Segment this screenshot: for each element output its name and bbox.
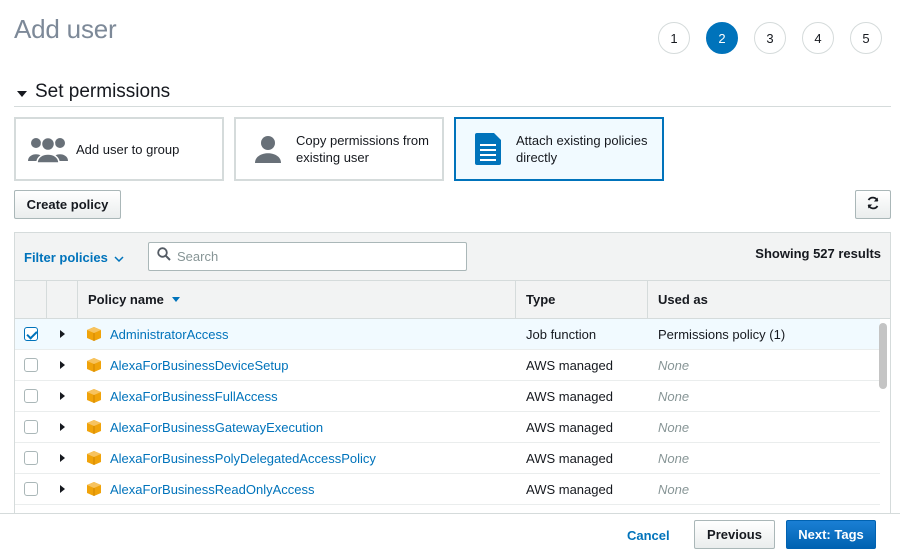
column-label: Used as	[658, 292, 708, 307]
table-scrollbar[interactable]	[879, 319, 887, 505]
table-row[interactable]: AlexaForBusinessFullAccess AWS managed N…	[15, 381, 880, 412]
row-checkbox[interactable]	[24, 358, 38, 372]
policy-type: AWS managed	[526, 450, 613, 466]
policies-table: Filter policies Showing 527 results Poli…	[14, 232, 891, 522]
policy-used-as: None	[658, 450, 690, 466]
table-header: Policy name Type Used as	[15, 281, 890, 319]
step-4[interactable]: 4	[802, 22, 834, 54]
policy-type: Job function	[526, 326, 597, 342]
policy-used-as: None	[658, 419, 690, 435]
policy-name-link[interactable]: AlexaForBusinessPolyDelegatedAccessPolic…	[110, 451, 376, 466]
user-group-icon	[26, 129, 70, 169]
policy-cube-icon	[87, 451, 101, 465]
policy-name-link[interactable]: AlexaForBusinessGatewayExecution	[110, 420, 323, 435]
wizard-steps: 1 2 3 4 5	[658, 22, 882, 54]
column-header-used-as[interactable]: Used as	[648, 281, 880, 318]
option-copy-permissions[interactable]: Copy permissions from existing user	[234, 117, 444, 181]
expand-row-icon[interactable]	[60, 361, 65, 369]
table-row[interactable]: AdministratorAccess Job function Permiss…	[15, 319, 880, 350]
policy-type: AWS managed	[526, 419, 613, 435]
expand-row-icon[interactable]	[60, 454, 65, 462]
column-header-policy-name[interactable]: Policy name	[78, 281, 516, 318]
sort-descending-icon	[171, 297, 180, 302]
search-icon	[157, 247, 171, 266]
policy-used-as: Permissions policy (1)	[658, 326, 786, 342]
column-header-type[interactable]: Type	[516, 281, 648, 318]
option-attach-policies[interactable]: Attach existing policies directly	[454, 117, 664, 181]
policy-used-as: None	[658, 388, 690, 404]
row-checkbox[interactable]	[24, 389, 38, 403]
scrollbar-thumb[interactable]	[879, 323, 887, 389]
search-box[interactable]	[148, 242, 467, 271]
row-checkbox[interactable]	[24, 482, 38, 496]
policy-cube-icon	[87, 358, 101, 372]
search-input[interactable]	[177, 249, 457, 264]
next-button[interactable]: Next: Tags	[786, 520, 876, 549]
cancel-button[interactable]: Cancel	[627, 528, 670, 543]
previous-button[interactable]: Previous	[694, 520, 775, 549]
header-check-cell	[15, 281, 47, 318]
page-title: Add user	[14, 14, 117, 44]
expand-row-icon[interactable]	[60, 485, 65, 493]
policy-name-link[interactable]: AlexaForBusinessDeviceSetup	[110, 358, 288, 373]
section-header[interactable]: Set permissions	[14, 81, 891, 107]
policy-cube-icon	[87, 327, 101, 341]
chevron-down-icon	[114, 250, 124, 265]
expand-row-icon[interactable]	[60, 392, 65, 400]
policy-type: AWS managed	[526, 357, 613, 373]
row-checkbox[interactable]	[24, 327, 38, 341]
filter-bar: Filter policies Showing 527 results	[15, 233, 890, 281]
option-label: Add user to group	[76, 141, 180, 157]
section-title: Set permissions	[35, 81, 171, 102]
step-3[interactable]: 3	[754, 22, 786, 54]
results-count: Showing 527 results	[755, 246, 881, 261]
filter-label: Filter policies	[24, 250, 108, 265]
document-icon	[466, 129, 510, 169]
table-body: AdministratorAccess Job function Permiss…	[15, 319, 890, 505]
expand-row-icon[interactable]	[60, 330, 65, 338]
policy-cube-icon	[87, 482, 101, 496]
option-label: Attach existing policies directly	[516, 133, 648, 165]
row-checkbox[interactable]	[24, 451, 38, 465]
wizard-footer: Cancel Previous Next: Tags	[0, 513, 900, 553]
column-label: Policy name	[88, 292, 164, 307]
row-checkbox[interactable]	[24, 420, 38, 434]
option-label: Copy permissions from existing user	[296, 133, 429, 165]
policy-type: AWS managed	[526, 388, 613, 404]
step-2[interactable]: 2	[706, 22, 738, 54]
expand-row-icon[interactable]	[60, 423, 65, 431]
step-5[interactable]: 5	[850, 22, 882, 54]
option-add-user-to-group[interactable]: Add user to group	[14, 117, 224, 181]
refresh-icon	[866, 196, 880, 213]
create-policy-button[interactable]: Create policy	[14, 190, 121, 219]
table-row[interactable]: AlexaForBusinessGatewayExecution AWS man…	[15, 412, 880, 443]
policy-name-link[interactable]: AlexaForBusinessFullAccess	[110, 389, 278, 404]
policy-name-link[interactable]: AlexaForBusinessReadOnlyAccess	[110, 482, 314, 497]
table-row[interactable]: AlexaForBusinessDeviceSetup AWS managed …	[15, 350, 880, 381]
caret-down-icon	[17, 91, 27, 97]
policy-used-as: None	[658, 357, 690, 373]
policy-used-as: None	[658, 481, 690, 497]
permission-options: Add user to group Copy permissions from …	[14, 117, 664, 181]
step-1[interactable]: 1	[658, 22, 690, 54]
user-icon	[246, 129, 290, 169]
refresh-button[interactable]	[855, 190, 891, 219]
policy-name-link[interactable]: AdministratorAccess	[110, 327, 228, 342]
header-expand-cell	[47, 281, 78, 318]
policy-type: AWS managed	[526, 481, 613, 497]
policy-cube-icon	[87, 389, 101, 403]
table-row[interactable]: AlexaForBusinessPolyDelegatedAccessPolic…	[15, 443, 880, 474]
table-row[interactable]: AlexaForBusinessReadOnlyAccess AWS manag…	[15, 474, 880, 505]
filter-policies-dropdown[interactable]: Filter policies	[24, 250, 124, 265]
column-label: Type	[526, 292, 556, 307]
policy-cube-icon	[87, 420, 101, 434]
